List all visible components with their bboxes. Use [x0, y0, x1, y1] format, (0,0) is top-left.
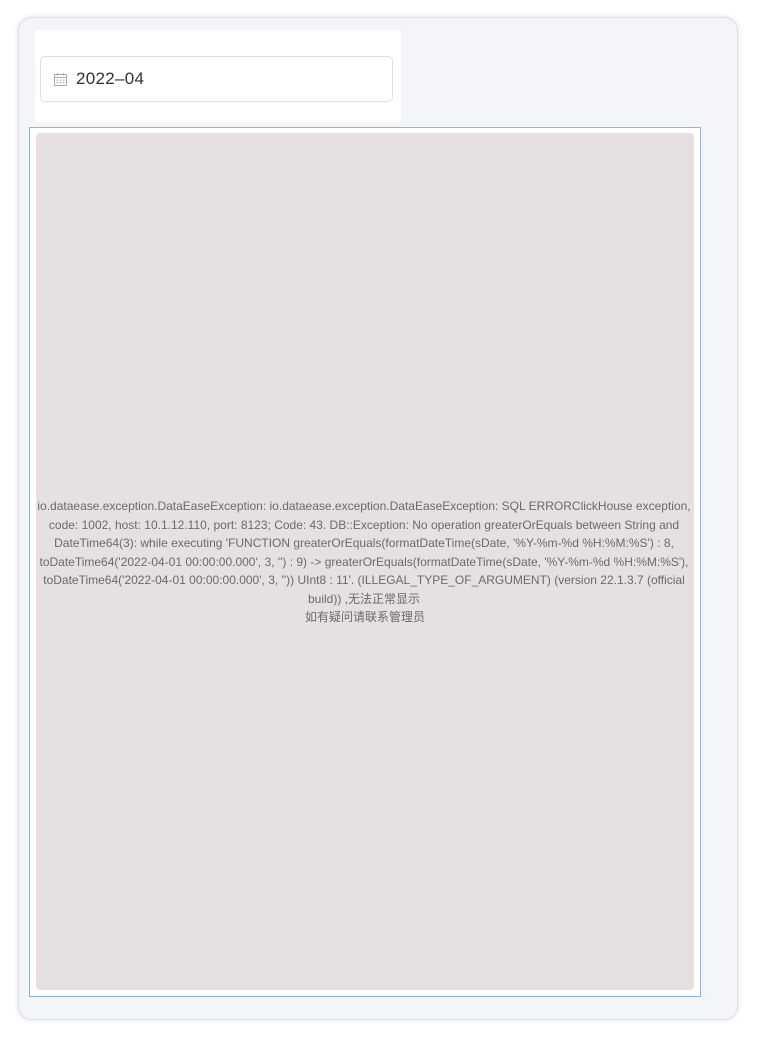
chart-error-area: io.dataease.exception.DataEaseException:…	[36, 133, 694, 990]
contact-admin-hint: 如有疑问请联系管理员	[304, 610, 425, 624]
date-filter-card: 2022–04	[35, 30, 401, 122]
dashboard-panel: 2022–04 io.dataease.exception.DataEaseEx…	[18, 17, 738, 1020]
selected-month-value: 2022–04	[76, 69, 145, 88]
calendar-icon	[53, 72, 68, 87]
month-picker[interactable]: 2022–04	[40, 56, 393, 102]
error-message: io.dataease.exception.DataEaseException:…	[37, 499, 691, 606]
chart-view-frame[interactable]: io.dataease.exception.DataEaseException:…	[29, 127, 701, 997]
